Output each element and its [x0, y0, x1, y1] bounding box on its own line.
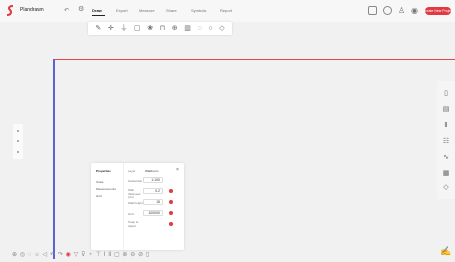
- record-icon[interactable]: ◉: [66, 252, 71, 259]
- search-icon[interactable]: ⊘: [138, 252, 143, 259]
- active-tab-indicator: [92, 15, 105, 16]
- door-icon[interactable]: ⊓: [160, 25, 165, 33]
- project-name[interactable]: Plandrawn: [20, 7, 44, 13]
- lasso-icon[interactable]: ☼: [34, 252, 40, 259]
- redo-icon[interactable]: ↷: [58, 252, 63, 259]
- scale-input[interactable]: 1:100: [143, 177, 163, 183]
- layer-value[interactable]: Wall/room: [145, 169, 158, 173]
- filter-icon[interactable]: ▽: [74, 252, 79, 259]
- back-icon[interactable]: ◁: [43, 252, 48, 259]
- logo-icon: [6, 5, 15, 16]
- right-toolbar: ▯ ▤ Ⅱ ☷ ∿ ▦ ◇: [437, 81, 455, 199]
- grid-toggle[interactable]: [169, 211, 173, 215]
- funnel-icon[interactable]: ⊽: [81, 252, 85, 259]
- wall-height-toggle[interactable]: [169, 200, 173, 204]
- pencil-icon[interactable]: ✎: [95, 25, 101, 33]
- columns-icon[interactable]: ▥: [184, 25, 191, 33]
- page-icon[interactable]: ▯: [441, 90, 451, 98]
- undo-icon[interactable]: ↶: [50, 252, 55, 259]
- tab-symbols[interactable]: Symbols: [191, 8, 206, 13]
- rectangle-icon[interactable]: ▢: [134, 25, 141, 33]
- vertical-guide-line: [53, 59, 55, 259]
- properties-title: Properties: [96, 169, 111, 173]
- bottom-toolbar: ⊕ ◎ ◌ ☼ ◁ ↶ ↷ ◉ ▽ ⊽ ♆ ⊤ Ⅰ Ⅱ ▢ ⊕ ⊖ ⊘ ▯: [0, 249, 236, 262]
- horizontal-guide-line: [53, 59, 455, 60]
- anchor-icon[interactable]: ⏚: [120, 25, 127, 33]
- circle-icon[interactable]: ◌: [198, 25, 202, 33]
- grid-input[interactable]: 100000: [143, 210, 163, 216]
- top-bar: Plandrawn ↶ ⚙ Draw Export Measure Share …: [0, 0, 455, 22]
- ruler-icon[interactable]: Ⅱ: [108, 252, 111, 259]
- draw-toolbar: ✎ ✛ ⏚ ▢ ❀ ⊓ ⊕ ▥ ◌ ○ ◇: [88, 22, 232, 35]
- select-icon[interactable]: ◌: [28, 252, 32, 259]
- wall-height-input[interactable]: 15: [143, 199, 163, 205]
- move-icon[interactable]: ✛: [108, 25, 114, 33]
- snap-label: Snap to object: [128, 220, 139, 228]
- properties-panel: Properties Scale Measurements Grid Layer…: [91, 163, 184, 250]
- link-icon[interactable]: ∿: [441, 154, 451, 162]
- signature-icon[interactable]: ✍: [440, 246, 451, 257]
- tag-icon[interactable]: ◇: [219, 25, 224, 33]
- section-scale[interactable]: Scale: [96, 180, 104, 184]
- wall-thickness-input[interactable]: 0.2: [143, 188, 163, 194]
- close-icon[interactable]: ×: [176, 168, 179, 173]
- left-mini-toolbar[interactable]: [13, 124, 23, 159]
- text-icon[interactable]: Ⅱ: [441, 122, 451, 130]
- section-measurements[interactable]: Measurements: [96, 187, 116, 191]
- scale-label: Scale/ratio: [128, 179, 143, 183]
- help-icon[interactable]: [383, 6, 392, 15]
- wall-thickness-label: Wall thickness (cm): [128, 188, 141, 199]
- grid-icon[interactable]: ◎: [20, 252, 25, 259]
- snap-toggle[interactable]: [169, 222, 173, 226]
- more-dot-icon: [17, 140, 19, 142]
- dimension-icon[interactable]: ⊕: [172, 25, 178, 33]
- create-project-button[interactable]: Create New Project: [423, 7, 453, 15]
- zoom-in-icon[interactable]: ⊕: [122, 252, 127, 259]
- tab-draw[interactable]: Draw: [92, 8, 102, 13]
- circle-outline-icon[interactable]: ○: [208, 25, 212, 33]
- section-grid[interactable]: Grid: [96, 194, 102, 198]
- layers-icon[interactable]: ◇: [441, 184, 451, 192]
- wall-height-label: Wall height: [128, 201, 143, 205]
- tab-export[interactable]: Export: [116, 8, 128, 13]
- tab-report[interactable]: Report: [220, 8, 232, 13]
- settings-icon[interactable]: ⚙: [78, 6, 84, 13]
- eye-icon[interactable]: ◉: [411, 6, 420, 15]
- table-icon[interactable]: ☷: [441, 138, 451, 146]
- image-icon[interactable]: ▤: [441, 106, 451, 114]
- text-style-icon[interactable]: ♆: [88, 252, 93, 259]
- tab-share[interactable]: Share: [166, 8, 177, 13]
- more-dot-icon: [17, 130, 19, 132]
- more-dot-icon: [17, 151, 19, 153]
- distribute-icon[interactable]: Ⅰ: [104, 252, 106, 259]
- shape-icon[interactable]: ❀: [147, 25, 153, 33]
- zoom-out-icon[interactable]: ⊖: [130, 252, 135, 259]
- wall-thickness-toggle[interactable]: [169, 189, 173, 193]
- align-icon[interactable]: ⊤: [96, 252, 101, 259]
- zoom-fit-icon[interactable]: ⊕: [12, 252, 17, 259]
- user-icon[interactable]: ♙: [398, 6, 407, 15]
- document-icon[interactable]: [368, 6, 377, 15]
- export-icon[interactable]: ▯: [146, 252, 149, 259]
- properties-sidebar: Properties Scale Measurements Grid: [91, 163, 124, 250]
- frame-icon[interactable]: ▢: [114, 252, 120, 259]
- undo-icon[interactable]: ↶: [64, 7, 69, 14]
- gallery-icon[interactable]: ▦: [441, 170, 451, 178]
- layer-label: Layer: [128, 169, 136, 173]
- grid-label: Grid: [128, 212, 134, 216]
- tab-measure[interactable]: Measure: [139, 8, 155, 13]
